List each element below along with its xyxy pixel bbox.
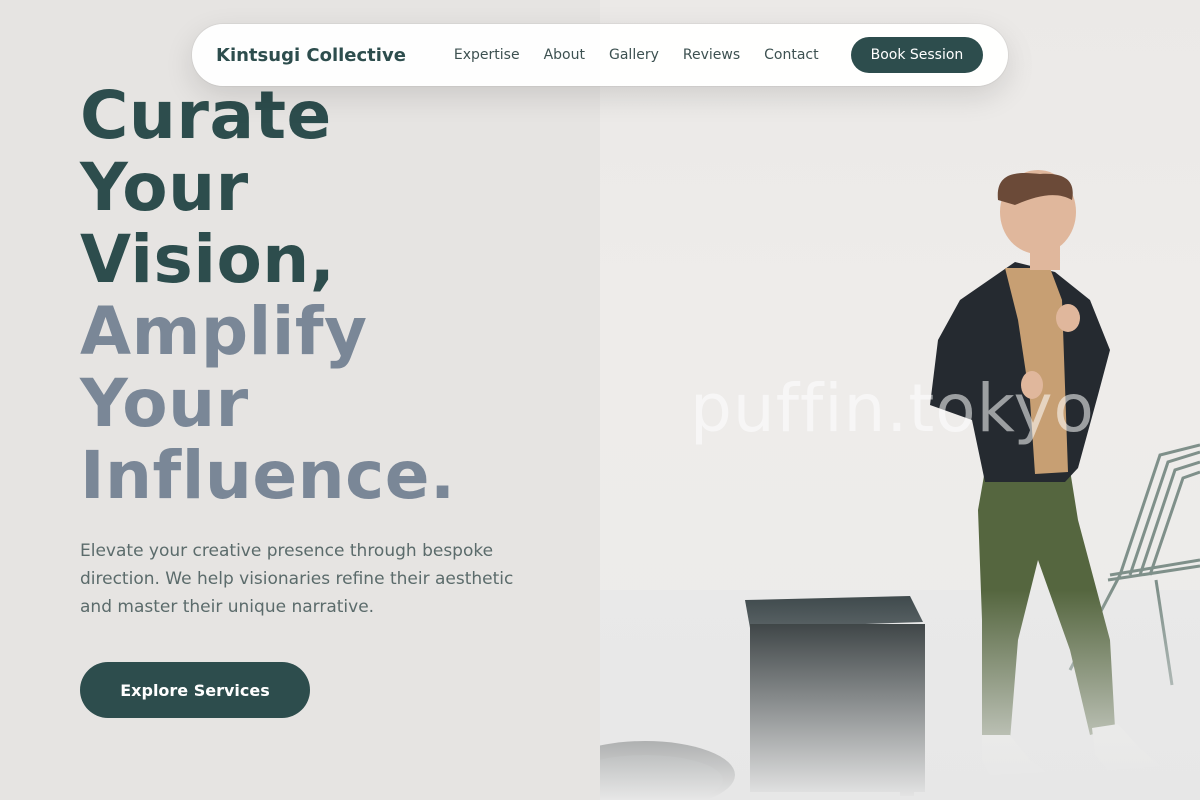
hero-headline: Curate Your Vision, Amplify Your Influen…: [80, 80, 600, 512]
nav-link-expertise[interactable]: Expertise: [454, 47, 520, 63]
top-navbar: Kintsugi Collective Expertise About Gall…: [192, 24, 1008, 86]
nav-link-reviews[interactable]: Reviews: [683, 47, 740, 63]
nav-link-about[interactable]: About: [544, 47, 585, 63]
book-session-button[interactable]: Book Session: [850, 37, 984, 73]
brand-logo-text[interactable]: Kintsugi Collective: [216, 45, 406, 66]
nav-link-gallery[interactable]: Gallery: [609, 47, 659, 63]
headline-line-accent: Your: [80, 365, 249, 442]
photo-watermark: puffin.tokyo: [690, 370, 1095, 447]
hero-description: Elevate your creative presence through b…: [80, 541, 514, 617]
headline-line: Your: [80, 149, 249, 226]
explore-services-button[interactable]: Explore Services: [80, 662, 310, 718]
headline-line: Curate: [80, 77, 332, 154]
headline-line-accent: Influence.: [80, 437, 456, 514]
nav-link-contact[interactable]: Contact: [764, 47, 818, 63]
headline-line: Vision,: [80, 221, 336, 298]
floor-shadow: [600, 590, 1200, 800]
headline-line-accent: Amplify: [80, 293, 368, 370]
nav-links: Expertise About Gallery Reviews Contact: [454, 47, 819, 63]
